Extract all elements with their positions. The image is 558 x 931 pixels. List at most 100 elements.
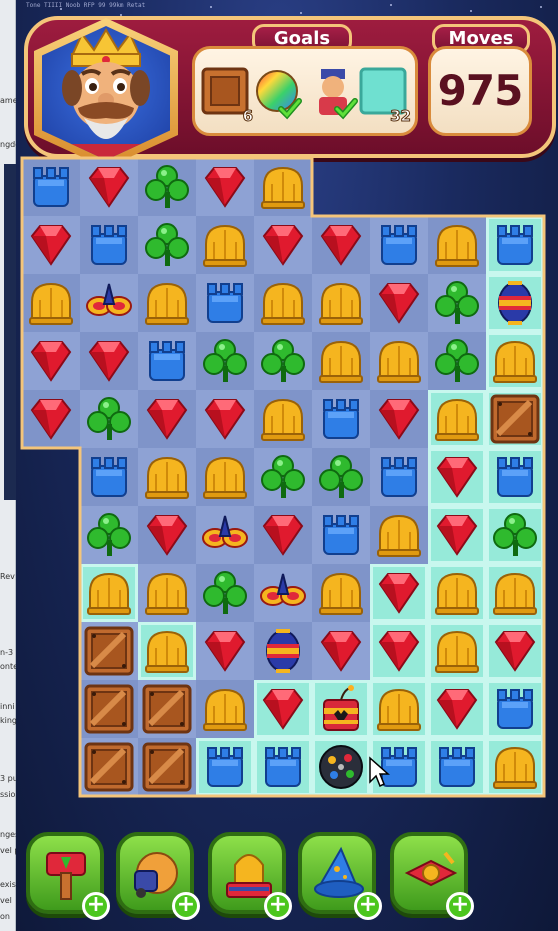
board-cell[interactable]: [80, 622, 138, 680]
yellow-dome-icon[interactable]: [432, 394, 482, 444]
booster-hammer[interactable]: +: [26, 832, 110, 920]
red-gem-icon[interactable]: [432, 684, 482, 734]
board-cell[interactable]: [80, 274, 138, 332]
red-gem-icon[interactable]: [316, 626, 366, 676]
board-cell[interactable]: [80, 390, 138, 448]
board-cell[interactable]: [254, 680, 312, 738]
board-cell[interactable]: [312, 506, 370, 564]
board-cell[interactable]: [428, 332, 486, 390]
board-cell[interactable]: [80, 564, 138, 622]
game-board[interactable]: [18, 152, 554, 802]
board-cell[interactable]: [254, 158, 312, 216]
board-cell[interactable]: [370, 448, 428, 506]
lantern-bomb-icon[interactable]: [490, 278, 540, 328]
yellow-dome-icon[interactable]: [316, 336, 366, 386]
booster-glove[interactable]: +: [116, 832, 200, 920]
red-gem-icon[interactable]: [490, 626, 540, 676]
wooden-crate-icon[interactable]: [142, 684, 192, 734]
green-clover-icon[interactable]: [258, 452, 308, 502]
blue-tower-icon[interactable]: [26, 162, 76, 212]
green-clover-icon[interactable]: [84, 394, 134, 444]
yellow-dome-icon[interactable]: [432, 568, 482, 618]
green-clover-icon[interactable]: [200, 336, 250, 386]
red-gem-icon[interactable]: [374, 278, 424, 328]
board-cell[interactable]: [196, 622, 254, 680]
board-cell[interactable]: [80, 448, 138, 506]
board-cell[interactable]: [486, 448, 544, 506]
green-clover-icon[interactable]: [142, 220, 192, 270]
yellow-dome-icon[interactable]: [490, 742, 540, 792]
booster-plus-button[interactable]: +: [446, 892, 474, 920]
red-gem-icon[interactable]: [258, 220, 308, 270]
red-gem-icon[interactable]: [432, 510, 482, 560]
red-gem-icon[interactable]: [374, 394, 424, 444]
board-cell[interactable]: [196, 216, 254, 274]
red-gem-icon[interactable]: [84, 162, 134, 212]
wooden-crate-icon[interactable]: [84, 742, 134, 792]
board-cell[interactable]: [486, 680, 544, 738]
board-cell[interactable]: [80, 332, 138, 390]
yellow-dome-icon[interactable]: [374, 510, 424, 560]
board-cell[interactable]: [486, 216, 544, 274]
yellow-dome-icon[interactable]: [258, 162, 308, 212]
board-cell[interactable]: [312, 216, 370, 274]
green-clover-icon[interactable]: [142, 162, 192, 212]
yellow-dome-icon[interactable]: [142, 568, 192, 618]
blue-tower-icon[interactable]: [142, 336, 192, 386]
propeller-bomb-icon[interactable]: [84, 278, 134, 328]
board-cell[interactable]: [486, 564, 544, 622]
board-cell[interactable]: [486, 738, 544, 796]
board-cell[interactable]: [428, 274, 486, 332]
red-gem-icon[interactable]: [374, 568, 424, 618]
board-cell[interactable]: [370, 216, 428, 274]
wooden-crate-icon[interactable]: [142, 742, 192, 792]
red-gem-icon[interactable]: [258, 510, 308, 560]
board-cell[interactable]: [80, 680, 138, 738]
propeller-bomb-icon[interactable]: [258, 568, 308, 618]
yellow-dome-icon[interactable]: [142, 626, 192, 676]
board-cell[interactable]: [196, 390, 254, 448]
blue-tower-icon[interactable]: [374, 452, 424, 502]
blue-tower-icon[interactable]: [316, 394, 366, 444]
board-cell[interactable]: [254, 332, 312, 390]
board-cell[interactable]: [138, 332, 196, 390]
board-cell[interactable]: [254, 448, 312, 506]
yellow-dome-icon[interactable]: [142, 278, 192, 328]
booster-plus-button[interactable]: +: [82, 892, 110, 920]
board-cell[interactable]: [138, 448, 196, 506]
board-cell[interactable]: [22, 216, 80, 274]
board-cell[interactable]: [22, 158, 80, 216]
board-cell[interactable]: [428, 448, 486, 506]
board-cell[interactable]: [370, 680, 428, 738]
board-cell[interactable]: [196, 680, 254, 738]
green-clover-icon[interactable]: [490, 510, 540, 560]
yellow-dome-icon[interactable]: [490, 568, 540, 618]
board-cell[interactable]: [370, 332, 428, 390]
green-clover-icon[interactable]: [432, 336, 482, 386]
yellow-dome-icon[interactable]: [200, 452, 250, 502]
board-cell[interactable]: [196, 332, 254, 390]
board-cell[interactable]: [138, 158, 196, 216]
red-gem-icon[interactable]: [258, 684, 308, 734]
red-gem-icon[interactable]: [142, 394, 192, 444]
board-cell[interactable]: [486, 332, 544, 390]
board-cell[interactable]: [22, 274, 80, 332]
red-gem-icon[interactable]: [200, 394, 250, 444]
board-cell[interactable]: [254, 274, 312, 332]
board-cell[interactable]: [428, 680, 486, 738]
board-cell[interactable]: [428, 738, 486, 796]
yellow-dome-icon[interactable]: [432, 220, 482, 270]
red-gem-icon[interactable]: [26, 336, 76, 386]
board-cell[interactable]: [370, 622, 428, 680]
board-cell[interactable]: [428, 506, 486, 564]
board-cell[interactable]: [370, 274, 428, 332]
board-cell[interactable]: [254, 564, 312, 622]
booster-plus-button[interactable]: +: [172, 892, 200, 920]
board-cell[interactable]: [486, 622, 544, 680]
green-clover-icon[interactable]: [200, 568, 250, 618]
board-cell[interactable]: [312, 390, 370, 448]
red-gem-icon[interactable]: [26, 394, 76, 444]
yellow-dome-icon[interactable]: [258, 278, 308, 328]
yellow-dome-icon[interactable]: [490, 336, 540, 386]
board-cell[interactable]: [486, 390, 544, 448]
